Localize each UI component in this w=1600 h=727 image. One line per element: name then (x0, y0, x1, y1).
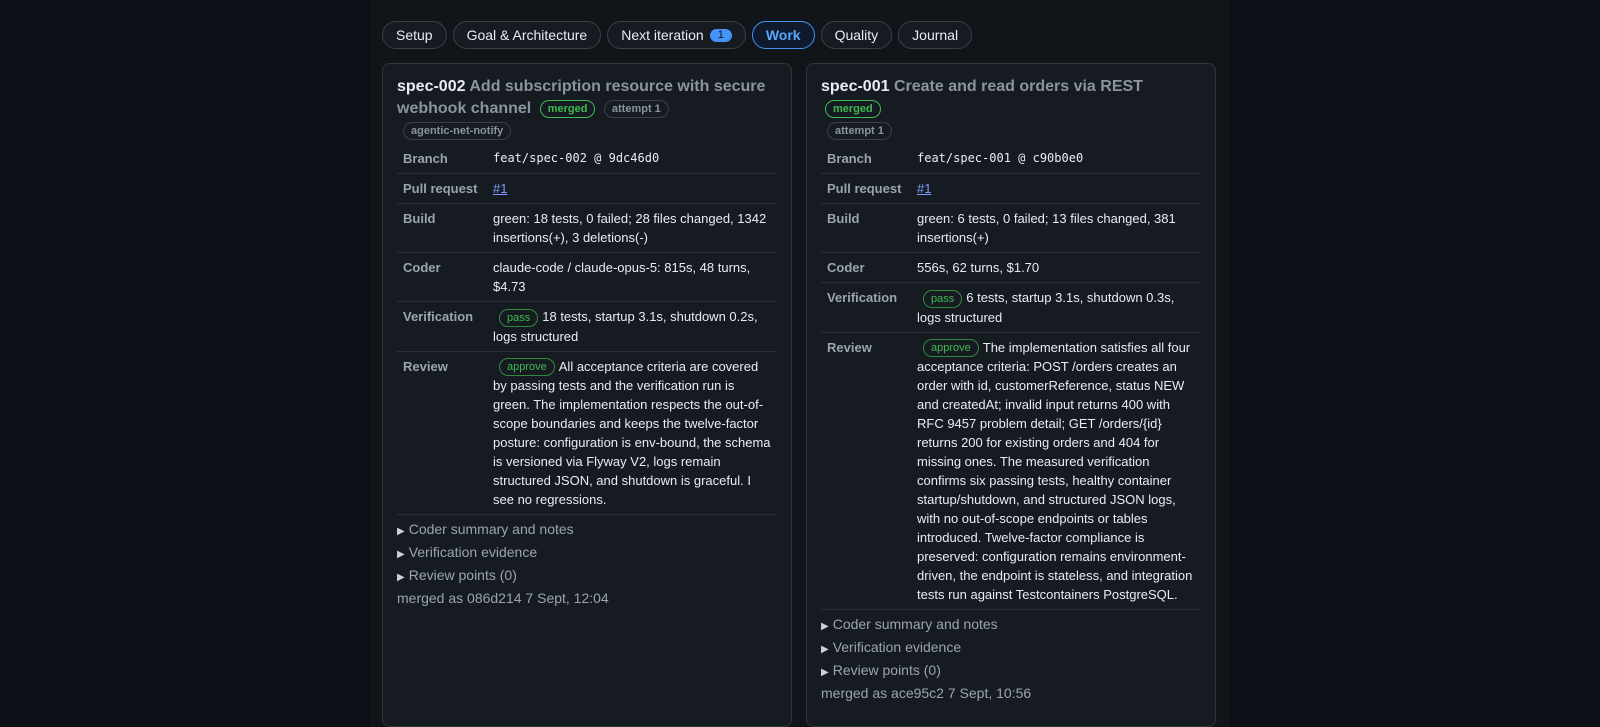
pull-request-link[interactable]: #1 (917, 181, 931, 196)
review-text: The implementation satisfies all four ac… (917, 339, 1193, 603)
approve-badge: approve (499, 358, 555, 377)
spec-title: spec-002 Add subscription resource with … (397, 76, 777, 120)
toggle-label: Verification evidence (408, 544, 538, 561)
disclosure-triangle-icon: ▶ (821, 644, 829, 656)
disclosure-triangle-icon: ▶ (821, 621, 829, 633)
tag-badge: agentic-net-notify (403, 122, 512, 140)
spec-title: spec-001 Create and read orders via REST… (821, 76, 1201, 120)
disclosure-triangle-icon: ▶ (397, 549, 405, 561)
review-points-toggle[interactable]: ▶ Review points (0) (821, 660, 1201, 683)
row-label: Branch (397, 144, 487, 175)
coder-value: claude-code / claude-opus-5: 815s, 48 tu… (487, 252, 777, 303)
row-label: Pull request (397, 173, 487, 205)
table-row: Review approve All acceptance criteria are… (397, 351, 777, 516)
verification-evidence-toggle[interactable]: ▶ Verification evidence (821, 637, 1201, 660)
row-label: Branch (821, 144, 911, 175)
table-row: Coder 556s, 62 turns, $1.70 (821, 252, 1201, 284)
tab-label: Next iteration (621, 27, 704, 43)
spec-card: spec-002 Add subscription resource with … (382, 63, 792, 727)
coder-value: 556s, 62 turns, $1.70 (911, 252, 1201, 284)
pass-badge: pass (499, 308, 539, 327)
table-row: Verification pass 18 tests, startup 3.1s, … (397, 301, 777, 352)
toggle-label: Review points (0) (832, 662, 941, 679)
tab-setup[interactable]: Setup (382, 21, 447, 49)
tab-goal-architecture[interactable]: Goal & Architecture (452, 21, 602, 49)
review-points-toggle[interactable]: ▶ Review points (0) (397, 565, 777, 588)
toggle-label: Verification evidence (832, 639, 962, 656)
build-value: green: 6 tests, 0 failed; 13 files chang… (911, 203, 1201, 254)
spec-id: spec-001 (821, 78, 890, 95)
table-row: Branch feat/spec-001 @ c90b0e0 (821, 144, 1201, 175)
build-value: green: 18 tests, 0 failed; 28 files chan… (487, 203, 777, 254)
coder-summary-toggle[interactable]: ▶ Coder summary and notes (397, 519, 777, 542)
spec-id: spec-002 (397, 78, 466, 95)
spec-name: Create and read orders via REST (893, 78, 1143, 95)
status-badge: merged (539, 99, 596, 118)
tab-label: Quality (834, 27, 879, 43)
table-row: Build green: 6 tests, 0 failed; 13 files … (821, 203, 1201, 254)
spec-details-table: Branch feat/spec-001 @ c90b0e0 Pull reque… (821, 144, 1201, 611)
tab-label: Journal (912, 27, 959, 43)
spec-card: spec-001 Create and read orders via REST… (806, 63, 1216, 727)
tab-label: Setup (396, 27, 433, 43)
review-text: All acceptance criteria are covered by p… (493, 358, 771, 508)
row-label: Review (821, 332, 911, 611)
tab-quality[interactable]: Quality (820, 21, 893, 49)
tab-next-iteration[interactable]: Next iteration 1 (607, 21, 746, 49)
attempt-badge: attempt 1 (827, 122, 892, 140)
merged-info: merged as ace95c2 7 Sept, 10:56 (821, 685, 1032, 702)
table-row: Review approve The implementation satisfie… (821, 332, 1201, 611)
disclosure-triangle-icon: ▶ (397, 572, 405, 584)
table-row: Pull request #1 (821, 173, 1201, 205)
branch-value: feat/spec-002 @ 9dc46d0 (487, 144, 777, 175)
verification-evidence-toggle[interactable]: ▶ Verification evidence (397, 542, 777, 565)
tab-count-badge: 1 (709, 28, 732, 42)
row-label: Build (821, 203, 911, 254)
pass-badge: pass (923, 289, 963, 308)
table-row: Build green: 18 tests, 0 failed; 28 files… (397, 203, 777, 254)
toggle-label: Review points (0) (408, 567, 517, 584)
row-label: Build (397, 203, 487, 254)
row-label: Coder (397, 252, 487, 303)
tab-work[interactable]: Work (751, 21, 815, 49)
table-row: Pull request #1 (397, 173, 777, 205)
toggle-label: Coder summary and notes (832, 616, 998, 633)
row-label: Review (397, 351, 487, 516)
status-badge: merged (825, 99, 881, 118)
table-row: Branch feat/spec-002 @ 9dc46d0 (397, 144, 777, 175)
spec-details-table: Branch feat/spec-002 @ 9dc46d0 Pull reque… (397, 144, 777, 516)
row-label: Pull request (821, 173, 911, 205)
disclosure-triangle-icon: ▶ (397, 526, 405, 538)
table-row: Coder claude-code / claude-opus-5: 815s, … (397, 252, 777, 303)
attempt-badge: attempt 1 (603, 99, 669, 118)
tab-journal[interactable]: Journal (898, 21, 973, 49)
tab-label: Goal & Architecture (466, 27, 588, 43)
merged-info: merged as 086d214 7 Sept, 12:04 (397, 590, 609, 607)
row-label: Coder (821, 252, 911, 284)
row-label: Verification (397, 301, 487, 352)
row-label: Verification (821, 282, 911, 333)
table-row: Verification pass 6 tests, startup 3.1s, s… (821, 282, 1201, 333)
coder-summary-toggle[interactable]: ▶ Coder summary and notes (821, 614, 1201, 637)
approve-badge: approve (923, 339, 979, 358)
disclosure-triangle-icon: ▶ (821, 667, 829, 679)
toggle-label: Coder summary and notes (408, 521, 574, 538)
pull-request-link[interactable]: #1 (493, 181, 507, 196)
branch-value: feat/spec-001 @ c90b0e0 (911, 144, 1201, 175)
tab-label: Work (765, 27, 801, 43)
tab-bar: Setup Goal & Architecture Next iteration… (382, 21, 973, 49)
